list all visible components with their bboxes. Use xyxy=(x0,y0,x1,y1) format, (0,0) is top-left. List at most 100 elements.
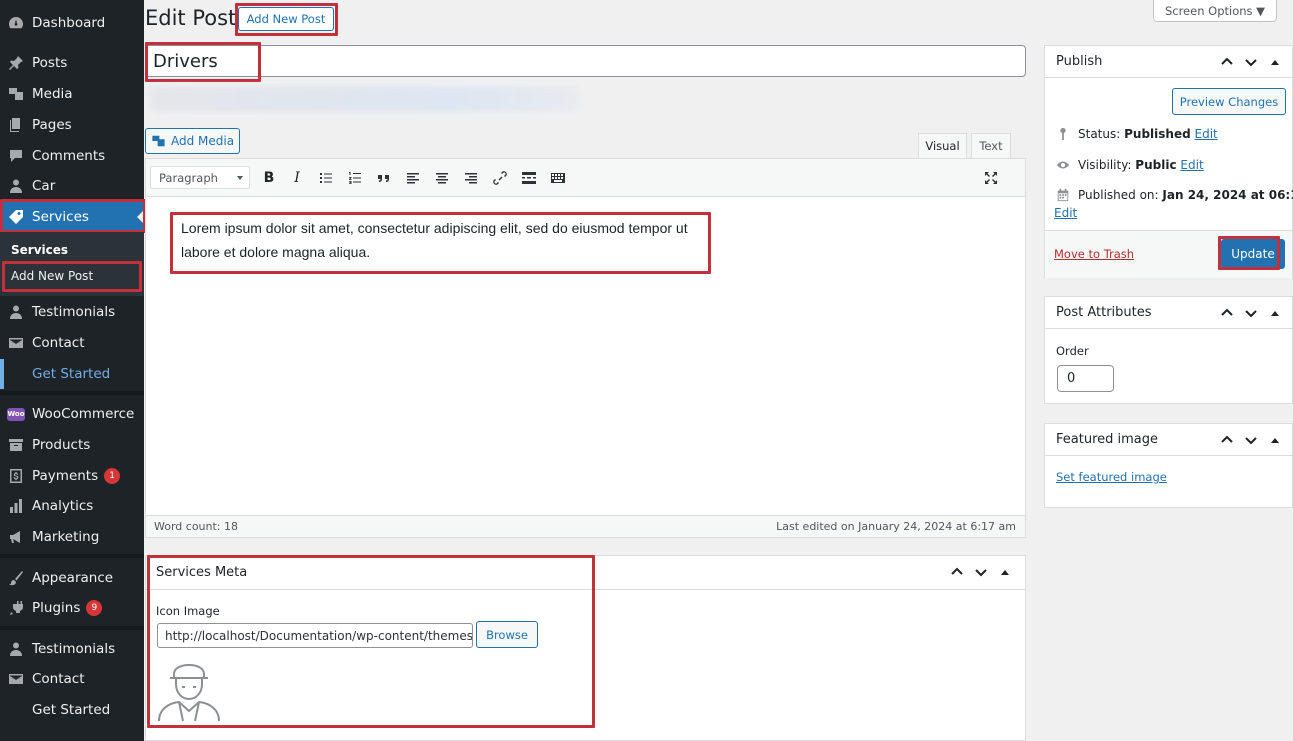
email-icon xyxy=(8,671,24,687)
editor-toolbar: Paragraph B I xyxy=(146,159,1025,197)
blockquote-icon[interactable] xyxy=(374,168,394,188)
tab-text[interactable]: Text xyxy=(971,133,1011,159)
chevron-down-icon[interactable] xyxy=(1243,305,1259,321)
calendar-icon xyxy=(1057,188,1069,202)
add-new-post-button[interactable]: Add New Post xyxy=(238,7,334,31)
sidebar-item-media[interactable]: Media xyxy=(0,79,144,109)
browse-button[interactable]: Browse xyxy=(476,621,538,648)
tab-visual[interactable]: Visual xyxy=(918,133,967,159)
align-right-icon[interactable] xyxy=(461,168,481,188)
edit-status-link[interactable]: Edit xyxy=(1195,127,1218,141)
collapse-toggle-icon[interactable] xyxy=(1271,59,1279,65)
pin-icon xyxy=(8,55,24,71)
sidebar-item-contact-2[interactable]: Contact xyxy=(0,664,144,694)
sidebar-item-car[interactable]: Car xyxy=(0,171,144,201)
sidebar-item-woocommerce[interactable]: Woo WooCommerce xyxy=(0,399,144,429)
icon-image-label: Icon Image xyxy=(156,604,220,618)
edit-date-link[interactable]: Edit xyxy=(1054,206,1077,220)
sidebar-item-payments[interactable]: Payments 1 xyxy=(0,461,144,491)
icon-image-url-input[interactable]: http://localhost/Documentation/wp-conten… xyxy=(157,623,473,648)
published-on-row: Published on: Jan 24, 2024 at 06:17 xyxy=(1056,188,1293,202)
sidebar-item-testimonials[interactable]: Testimonials xyxy=(0,297,144,327)
chevron-up-icon[interactable] xyxy=(1219,54,1235,70)
chevron-up-icon[interactable] xyxy=(1219,305,1235,321)
user-icon xyxy=(8,178,24,194)
services-meta-header[interactable]: Services Meta xyxy=(146,556,1025,590)
format-select[interactable]: Paragraph xyxy=(150,166,250,189)
update-button[interactable]: Update xyxy=(1221,239,1285,269)
numbered-list-icon[interactable] xyxy=(345,168,365,188)
post-status-row: Status: Published Edit xyxy=(1056,127,1218,141)
brush-icon xyxy=(8,570,24,586)
preview-changes-button[interactable]: Preview Changes xyxy=(1172,88,1286,115)
bar-chart-icon xyxy=(8,498,24,514)
bullet-list-icon[interactable] xyxy=(316,168,336,188)
tag-icon xyxy=(8,209,24,225)
services-submenu xyxy=(0,232,144,296)
toolbar-toggle-icon[interactable] xyxy=(548,168,568,188)
screen-options-toggle[interactable]: Screen Options ▼ xyxy=(1153,0,1277,22)
menu-separator xyxy=(0,626,144,630)
add-media-button[interactable]: Add Media xyxy=(145,128,240,154)
collapse-toggle-icon[interactable] xyxy=(1271,310,1279,316)
sidebar-item-plugins[interactable]: Plugins 9 xyxy=(0,593,144,623)
publish-actions: Move to Trash Update xyxy=(1045,230,1292,278)
visibility-row: Visibility: Public Edit xyxy=(1056,158,1204,172)
chevron-down-icon[interactable] xyxy=(1243,54,1259,70)
post-attributes-header[interactable]: Post Attributes xyxy=(1045,297,1292,329)
publish-box-header[interactable]: Publish xyxy=(1045,46,1292,78)
read-more-icon[interactable] xyxy=(519,168,539,188)
sidebar-item-pages[interactable]: Pages xyxy=(0,110,144,140)
featured-image-header[interactable]: Featured image xyxy=(1045,424,1292,456)
sidebar-item-get-started[interactable]: Get Started xyxy=(0,359,144,389)
submenu-title-services[interactable]: Services xyxy=(11,243,68,257)
sidebar-item-get-started-2[interactable]: Get Started xyxy=(0,695,144,725)
edit-visibility-link[interactable]: Edit xyxy=(1180,158,1203,172)
chevron-up-icon[interactable] xyxy=(949,564,965,580)
sidebar-item-contact[interactable]: Contact xyxy=(0,328,144,358)
align-left-icon[interactable] xyxy=(403,168,423,188)
page-title: Edit Post xyxy=(145,6,237,30)
move-to-trash-link[interactable]: Move to Trash xyxy=(1054,247,1134,261)
order-input[interactable]: 0 xyxy=(1057,365,1114,392)
sidebar-item-posts[interactable]: Posts xyxy=(0,48,144,78)
services-meta-box: Services Meta Icon Image http://localhos… xyxy=(145,555,1026,741)
bold-icon[interactable]: B xyxy=(259,168,279,188)
sidebar-item-marketing[interactable]: Marketing xyxy=(0,522,144,552)
submenu-item-add-new-post[interactable]: Add New Post xyxy=(11,269,93,283)
sidebar-item-services[interactable]: Services xyxy=(0,202,144,232)
chevron-down-icon[interactable] xyxy=(1243,432,1259,448)
sidebar-item-dashboard[interactable]: Dashboard xyxy=(0,8,144,38)
sidebar-item-appearance[interactable]: Appearance xyxy=(0,563,144,593)
link-icon[interactable] xyxy=(490,168,510,188)
editor-content[interactable]: Lorem ipsum dolor sit amet, consectetur … xyxy=(181,216,711,264)
permalink-blurred xyxy=(150,86,580,112)
italic-icon[interactable]: I xyxy=(287,168,307,188)
chevron-down-icon[interactable] xyxy=(973,564,989,580)
post-title-input[interactable]: Drivers xyxy=(145,45,1026,77)
collapse-toggle-icon[interactable] xyxy=(1001,569,1009,575)
eye-icon xyxy=(1056,161,1070,169)
fullscreen-icon[interactable] xyxy=(981,168,1001,188)
admin-sidebar: Dashboard Posts Media Pages Comments Car… xyxy=(0,0,146,741)
add-media-icon xyxy=(152,135,165,147)
active-menu-arrow xyxy=(137,210,144,224)
services-meta-title: Services Meta xyxy=(156,565,248,580)
sidebar-item-products[interactable]: Products xyxy=(0,430,144,460)
sidebar-item-testimonials-2[interactable]: Testimonials xyxy=(0,634,144,664)
current-item-marker xyxy=(0,359,4,389)
user-icon xyxy=(8,641,24,657)
key-icon xyxy=(1060,127,1066,141)
driver-icon-preview xyxy=(158,663,220,722)
archive-icon xyxy=(8,437,24,453)
content-editor: Paragraph B I Lorem ipsum dolor sit amet… xyxy=(145,158,1026,538)
sidebar-item-comments[interactable]: Comments xyxy=(0,141,144,171)
menu-separator xyxy=(0,391,144,395)
align-center-icon[interactable] xyxy=(432,168,452,188)
last-edited: Last edited on January 24, 2024 at 6:17 … xyxy=(776,520,1016,533)
chevron-up-icon[interactable] xyxy=(1219,432,1235,448)
sidebar-item-analytics[interactable]: Analytics xyxy=(0,491,144,521)
comments-icon xyxy=(8,148,24,164)
collapse-toggle-icon[interactable] xyxy=(1271,437,1279,443)
set-featured-image-link[interactable]: Set featured image xyxy=(1056,470,1167,484)
